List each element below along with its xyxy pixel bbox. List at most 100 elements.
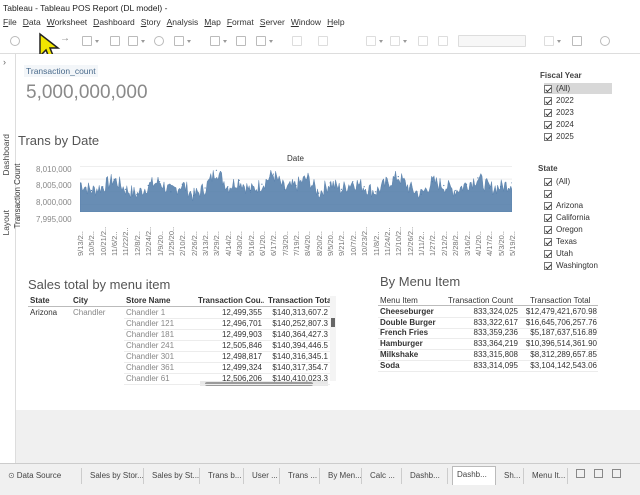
fy-filter-2024[interactable]: 2024: [544, 119, 574, 130]
data-point[interactable]: [215, 169, 217, 171]
data-point[interactable]: [159, 181, 161, 183]
sheet-tab[interactable]: Dashb...: [452, 466, 496, 485]
label-icon[interactable]: [292, 36, 302, 46]
data-point[interactable]: [272, 173, 274, 175]
data-point[interactable]: [193, 195, 195, 197]
group-icon[interactable]: [256, 36, 273, 46]
data-point[interactable]: [488, 187, 490, 189]
state-filter-utah[interactable]: Utah: [544, 248, 573, 259]
state-filter-california[interactable]: California: [544, 212, 590, 223]
state-filter-washington[interactable]: Washington: [544, 260, 598, 271]
checkbox[interactable]: [544, 201, 552, 210]
data-point[interactable]: [318, 192, 320, 194]
col-header-transaction-total[interactable]: Transaction Total: [268, 296, 330, 305]
data-source-icon[interactable]: [82, 36, 99, 46]
state-filter-all[interactable]: (All): [544, 176, 570, 187]
data-point[interactable]: [147, 184, 149, 187]
data-point[interactable]: [102, 186, 104, 188]
sheet-tab[interactable]: By Men...: [324, 468, 362, 484]
sheet-tab[interactable]: User ...: [248, 468, 280, 484]
annotate-icon[interactable]: [390, 36, 407, 46]
sheet-tab[interactable]: Dashb...: [406, 468, 448, 484]
checkbox[interactable]: [544, 120, 552, 129]
menu-dashboard[interactable]: Dashboard: [93, 16, 135, 30]
checkbox[interactable]: [544, 84, 552, 93]
data-point[interactable]: [500, 186, 502, 188]
sort-icon[interactable]: [236, 36, 246, 46]
menu-server[interactable]: Server: [260, 16, 285, 30]
data-point[interactable]: [386, 182, 388, 184]
checkbox[interactable]: [544, 225, 552, 234]
checkbox[interactable]: [544, 177, 552, 186]
sheet-tab[interactable]: Calc ...: [366, 468, 402, 484]
data-point[interactable]: [249, 189, 252, 192]
data-point[interactable]: [409, 187, 411, 189]
data-point[interactable]: [90, 189, 92, 192]
data-point[interactable]: [454, 189, 456, 192]
checkbox[interactable]: [544, 261, 552, 270]
sheet-tab[interactable]: Trans b...: [204, 468, 244, 484]
expand-chevron-icon[interactable]: ›: [3, 57, 6, 67]
new-dashboard-icon[interactable]: [594, 469, 603, 478]
data-point[interactable]: [306, 177, 308, 179]
state-filter-arizona[interactable]: Arizona: [544, 200, 583, 211]
data-point[interactable]: [181, 183, 183, 185]
new-story-icon[interactable]: [612, 469, 621, 478]
data-point[interactable]: [136, 193, 138, 195]
fix-axes-icon[interactable]: [318, 36, 328, 46]
data-point[interactable]: [113, 178, 115, 180]
col-header-transaction-total[interactable]: Transaction Total: [530, 296, 590, 305]
vertical-scrollbar-thumb[interactable]: [331, 318, 335, 327]
menu-format[interactable]: Format: [227, 16, 254, 30]
data-point[interactable]: [511, 182, 512, 184]
present-icon[interactable]: [572, 36, 582, 46]
menu-worksheet[interactable]: Worksheet: [47, 16, 87, 30]
state-filter-oregon[interactable]: Oregon: [544, 224, 583, 235]
new-worksheet-icon[interactable]: [576, 469, 585, 478]
new-sheet-icon[interactable]: [128, 36, 145, 46]
data-point[interactable]: [170, 191, 172, 193]
col-header-menu-item[interactable]: Menu Item: [380, 296, 418, 305]
sheet-tab[interactable]: Menu It...: [528, 468, 568, 484]
checkbox[interactable]: [544, 213, 552, 222]
data-point[interactable]: [431, 181, 433, 183]
trend-area-chart[interactable]: [80, 164, 512, 212]
sheet-tab[interactable]: Sales by Stor...: [86, 468, 144, 484]
data-point[interactable]: [363, 186, 365, 188]
data-point[interactable]: [227, 186, 229, 188]
col-header-transaction-count[interactable]: Transaction Count: [448, 296, 513, 305]
menu-data[interactable]: Data: [23, 16, 41, 30]
data-point[interactable]: [397, 176, 399, 178]
menu-analysis[interactable]: Analysis: [167, 16, 199, 30]
checkbox[interactable]: [544, 237, 552, 246]
menu-map[interactable]: Map: [204, 16, 221, 30]
data-point[interactable]: [284, 188, 286, 190]
menu-file[interactable]: File: [3, 16, 17, 30]
tooltip-icon[interactable]: [418, 36, 428, 46]
fy-filter-2025[interactable]: 2025: [544, 131, 574, 142]
data-point[interactable]: [375, 191, 377, 193]
data-point[interactable]: [261, 183, 263, 185]
data-point[interactable]: [465, 183, 468, 185]
swap-icon[interactable]: [210, 36, 227, 46]
data-point[interactable]: [124, 188, 127, 190]
data-point[interactable]: [329, 182, 331, 184]
save-icon[interactable]: [110, 36, 120, 46]
fy-filter-all[interactable]: (All): [544, 83, 612, 94]
tableau-logo-icon[interactable]: [10, 36, 20, 46]
data-point[interactable]: [477, 177, 479, 179]
sheet-tab[interactable]: ⊙ Data Source: [4, 468, 82, 484]
checkbox[interactable]: [544, 249, 552, 258]
data-point[interactable]: [340, 188, 343, 190]
menu-help[interactable]: Help: [327, 16, 344, 30]
data-point[interactable]: [204, 187, 206, 189]
pause-icon[interactable]: [174, 36, 191, 46]
state-filter-texas[interactable]: Texas: [544, 236, 577, 247]
refresh-icon[interactable]: [154, 36, 164, 46]
checkbox[interactable]: [544, 132, 552, 141]
col-header-city[interactable]: City: [73, 296, 88, 305]
data-point[interactable]: [420, 193, 422, 195]
data-point[interactable]: [238, 179, 240, 181]
sheet-tab[interactable]: Trans ...: [284, 468, 320, 484]
checkbox[interactable]: [544, 96, 552, 105]
